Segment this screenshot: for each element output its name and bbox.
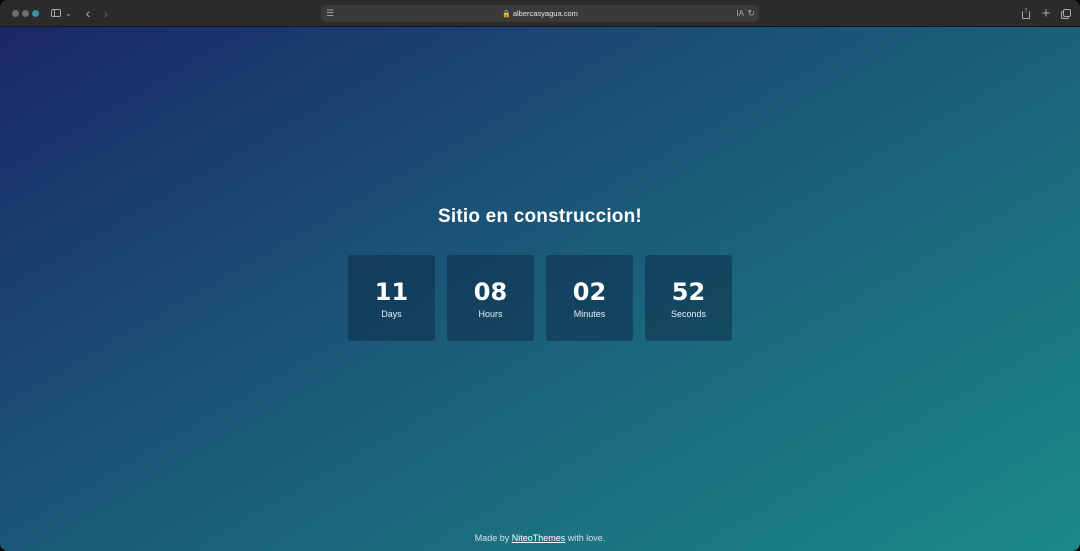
countdown: 11 Days 08 Hours 02 Minutes 52 Seconds [348,255,732,341]
reload-icon[interactable]: ↻ [747,6,755,21]
translate-icon[interactable]: اA [736,6,744,21]
countdown-value: 11 [374,278,409,306]
browser-toolbar: ⌄ ‹ › ☰ 🔒 albercasyagua.com اA ↻ ↑ + [0,0,1080,27]
countdown-label: Days [381,309,402,319]
countdown-label: Seconds [670,309,707,319]
share-icon[interactable]: ↑ [1019,5,1033,21]
countdown-value: 52 [671,278,706,306]
tab-overview-icon[interactable] [1059,6,1073,21]
countdown-minutes: 02 Minutes [546,255,633,341]
chevron-right-icon[interactable]: › [99,6,113,21]
url-text[interactable]: albercasyagua.com [513,9,578,18]
lock-icon: 🔒 [502,11,511,18]
sidebar-icon[interactable]: ⌄ [49,6,73,21]
zoom-window-button[interactable] [32,10,39,17]
browser-window: ⌄ ‹ › ☰ 🔒 albercasyagua.com اA ↻ ↑ + Siti… [0,0,1080,551]
footer-suffix: with love. [565,533,606,543]
countdown-value: 02 [572,278,607,306]
footer: Made by NiteoThemes with love. [0,532,1080,544]
address-bar[interactable]: ☰ 🔒 albercasyagua.com اA ↻ [321,5,759,22]
minimize-window-button[interactable] [22,10,29,17]
countdown-hours: 08 Hours [447,255,534,341]
close-window-button[interactable] [12,10,19,17]
countdown-label: Hours [478,309,503,319]
chevron-left-icon[interactable]: ‹ [81,6,95,21]
countdown-value: 08 [473,278,508,306]
page-content: Sitio en construccion! 11 Days 08 Hours … [0,27,1080,551]
countdown-seconds: 52 Seconds [645,255,732,341]
countdown-days: 11 Days [348,255,435,341]
plus-icon[interactable]: + [1039,6,1053,21]
footer-prefix: Made by [474,533,512,543]
countdown-label: Minutes [573,309,606,319]
footer-link[interactable]: NiteoThemes [512,533,566,543]
page-title: Sitio en construccion! [438,206,642,227]
